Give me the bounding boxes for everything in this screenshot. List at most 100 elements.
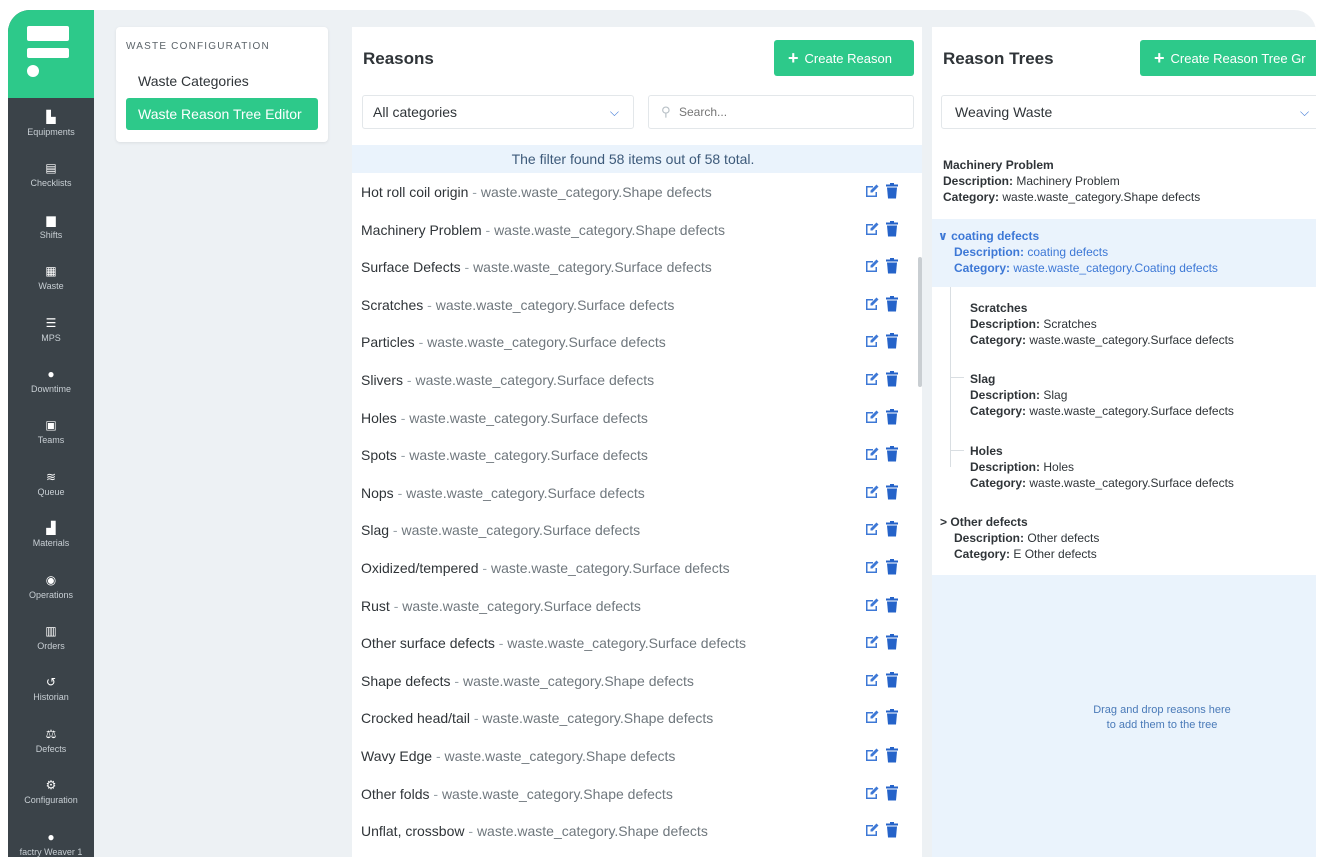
reason-row[interactable]: Other surface defects - waste.waste_cate… <box>352 624 912 662</box>
waste-configuration-title: WASTE CONFIGURATION <box>126 41 270 52</box>
reason-list-scrollbar[interactable] <box>918 257 922 387</box>
trash-icon[interactable] <box>886 333 898 349</box>
reason-category: waste.waste_category.Shape defects <box>444 748 676 764</box>
trash-icon[interactable] <box>886 559 898 575</box>
reason-row[interactable]: Machinery Problem - waste.waste_category… <box>352 211 912 249</box>
trash-icon[interactable] <box>886 446 898 462</box>
reason-separator: - <box>397 447 409 463</box>
trash-icon[interactable] <box>886 483 898 500</box>
edit-icon[interactable] <box>864 371 880 387</box>
config-item-waste-categories[interactable]: Waste Categories <box>126 65 318 97</box>
sidebar-item-orders[interactable]: ▥ Orders <box>8 624 94 674</box>
trash-icon[interactable] <box>886 709 898 725</box>
edit-icon[interactable] <box>864 634 880 650</box>
reason-tree-select[interactable]: Weaving Waste ⌵ <box>941 95 1316 129</box>
tree-node-machinery-problem[interactable]: Machinery Problem Description: Machinery… <box>943 157 1200 205</box>
sidebar-item-label: Equipments <box>27 127 75 137</box>
reasons-panel: Reasons + Create Reason All categories ⌵ … <box>352 27 922 857</box>
edit-icon[interactable] <box>864 559 880 575</box>
reason-row[interactable]: Hot roll coil origin - waste.waste_categ… <box>352 173 912 211</box>
edit-icon[interactable] <box>864 296 880 312</box>
separator-glyph: - <box>485 221 491 238</box>
trash-icon[interactable] <box>886 408 898 425</box>
edit-icon[interactable] <box>864 709 880 725</box>
sidebar-item-configuration[interactable]: ⚙ Configuration <box>8 778 94 828</box>
clipboard-icon: ▤ <box>45 161 57 176</box>
edit-icon[interactable] <box>864 221 880 237</box>
create-reason-button[interactable]: + Create Reason <box>774 40 914 76</box>
reason-text: Hot roll coil origin - waste.waste_categ… <box>361 184 712 200</box>
reason-text: Nops - waste.waste_category.Surface defe… <box>361 485 645 501</box>
sidebar-item-teams[interactable]: ▣ Teams <box>8 418 94 468</box>
app-logo[interactable] <box>8 10 94 98</box>
trash-icon[interactable] <box>886 371 898 387</box>
config-item-waste-reason-tree-editor[interactable]: Waste Reason Tree Editor <box>126 98 318 130</box>
reason-row[interactable]: Nops - waste.waste_category.Surface defe… <box>352 474 912 512</box>
reason-row[interactable]: Slag - waste.waste_category.Surface defe… <box>352 511 912 549</box>
sidebar-item-queue[interactable]: ≋ Queue <box>8 470 94 520</box>
edit-icon[interactable] <box>864 597 880 613</box>
reason-row[interactable]: Rust - waste.waste_category.Surface defe… <box>352 587 912 625</box>
trash-icon[interactable] <box>886 747 898 763</box>
tree-node-scratches[interactable]: Scratches Description: Scratches Categor… <box>970 300 1234 348</box>
trash-icon[interactable] <box>886 671 898 688</box>
trash-icon[interactable] <box>886 220 898 237</box>
trash-icon[interactable] <box>886 784 898 801</box>
reason-row[interactable]: Surface Defects - waste.waste_category.S… <box>352 248 912 286</box>
reason-row[interactable]: Wavy Edge - waste.waste_category.Shape d… <box>352 737 912 775</box>
sidebar-item-waste[interactable]: ▦ Waste <box>8 264 94 314</box>
reason-row[interactable]: Other folds - waste.waste_category.Shape… <box>352 775 912 813</box>
reason-row[interactable]: Crocked head/tail - waste.waste_category… <box>352 699 912 737</box>
edit-icon[interactable] <box>864 258 880 274</box>
sidebar-item-defects[interactable]: ⚖ Defects <box>8 727 94 777</box>
trash-icon[interactable] <box>886 295 898 312</box>
reason-separator: - <box>389 522 401 538</box>
chevron-down-icon[interactable]: ∨ <box>938 229 948 243</box>
reason-row[interactable]: Holes - waste.waste_category.Surface def… <box>352 399 912 437</box>
reason-row[interactable]: Particles - waste.waste_category.Surface… <box>352 323 912 361</box>
sidebar-item-shifts[interactable]: ▆ Shifts <box>8 213 94 263</box>
sidebar-item-historian[interactable]: ↺ Historian <box>8 675 94 725</box>
sidebar-item-materials[interactable]: ▟ Materials <box>8 521 94 571</box>
reason-text: Oxidized/tempered - waste.waste_category… <box>361 560 730 576</box>
edit-icon[interactable] <box>864 333 880 349</box>
sidebar-item-checklists[interactable]: ▤ Checklists <box>8 161 94 211</box>
sidebar-item-factry-weaver-1[interactable]: ● factry Weaver 1 <box>8 830 94 857</box>
edit-icon[interactable] <box>864 672 880 688</box>
create-reason-tree-group-button[interactable]: + Create Reason Tree Gr <box>1140 40 1316 76</box>
trash-icon[interactable] <box>886 596 898 613</box>
sidebar-item-mps[interactable]: ☰ MPS <box>8 316 94 366</box>
sidebar-item-downtime[interactable]: ● Downtime <box>8 367 94 417</box>
tree-node-holes[interactable]: Holes Description: Holes Category: waste… <box>970 443 1234 491</box>
reason-row[interactable]: Slivers - waste.waste_category.Surface d… <box>352 361 912 399</box>
trash-icon[interactable] <box>886 634 898 650</box>
edit-icon[interactable] <box>864 822 880 838</box>
trash-icon[interactable] <box>886 822 898 838</box>
tree-node-slag[interactable]: Slag Description: Slag Category: waste.w… <box>970 371 1234 419</box>
reason-row[interactable]: Scratches - waste.waste_category.Surface… <box>352 286 912 324</box>
edit-icon[interactable] <box>864 446 880 462</box>
search-box[interactable]: ⚲ <box>648 95 914 129</box>
sidebar-item-equipments[interactable]: ▙ Equipments <box>8 110 94 160</box>
reason-row[interactable]: Shape defects - waste.waste_category.Sha… <box>352 662 912 700</box>
edit-icon[interactable] <box>864 409 880 425</box>
search-input[interactable] <box>679 102 899 122</box>
trash-icon[interactable] <box>886 258 898 274</box>
reason-row[interactable]: Spots - waste.waste_category.Surface def… <box>352 436 912 474</box>
edit-icon[interactable] <box>864 785 880 801</box>
reason-row[interactable]: Unflat, crossbow - waste.waste_category.… <box>352 812 912 850</box>
sidebar-item-operations[interactable]: ◉ Operations <box>8 573 94 623</box>
edit-icon[interactable] <box>864 183 880 199</box>
reason-text: Spots - waste.waste_category.Surface def… <box>361 447 648 463</box>
chevron-right-icon[interactable]: > <box>940 515 947 529</box>
category-filter-select[interactable]: All categories ⌵ <box>362 95 634 129</box>
edit-icon[interactable] <box>864 747 880 763</box>
reason-text: Slag - waste.waste_category.Surface defe… <box>361 522 640 538</box>
trash-icon[interactable] <box>886 183 898 199</box>
edit-icon[interactable] <box>864 484 880 500</box>
edit-icon[interactable] <box>864 521 880 537</box>
reason-row[interactable]: Oxidized/tempered - waste.waste_category… <box>352 549 912 587</box>
tree-node-coating-defects[interactable]: ∨ coating defects Description: coating d… <box>938 228 1218 276</box>
tree-node-other-defects[interactable]: > Other defects Description: Other defec… <box>940 514 1099 562</box>
trash-icon[interactable] <box>886 521 898 537</box>
